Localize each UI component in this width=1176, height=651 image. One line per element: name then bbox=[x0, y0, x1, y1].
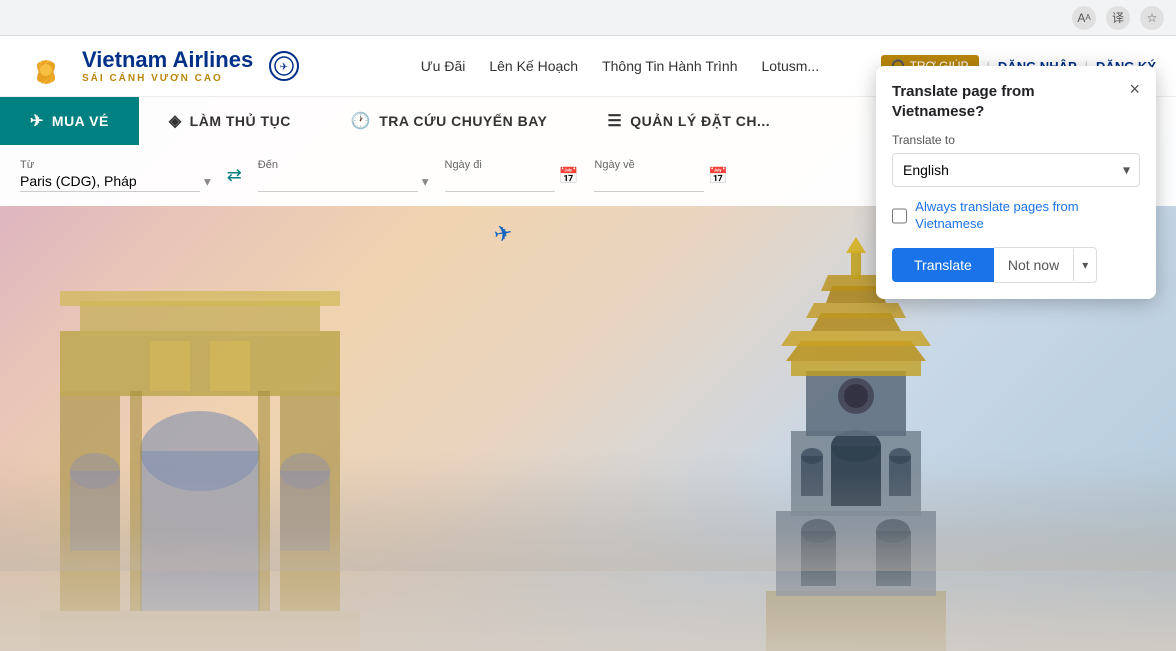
font-size-icon[interactable]: AA bbox=[1072, 6, 1096, 30]
lotus-logo bbox=[20, 44, 72, 88]
logo-emblem: ✈ bbox=[269, 51, 299, 81]
from-input[interactable] bbox=[20, 171, 200, 192]
airline-tagline: SÁI CÁNH VƯƠN CAO bbox=[82, 73, 253, 84]
to-input[interactable] bbox=[258, 171, 418, 192]
nav-uu-dai[interactable]: Ưu Đãi bbox=[421, 58, 466, 74]
from-label: Từ bbox=[20, 159, 211, 171]
translate-popup-close-button[interactable]: × bbox=[1129, 80, 1140, 98]
return-input[interactable] bbox=[594, 171, 704, 192]
translate-popup-header: Translate page from Vietnamese? × bbox=[892, 82, 1140, 121]
tab-quan-ly[interactable]: ☰ QUẢN LÝ ĐẶT CH... bbox=[577, 97, 800, 145]
not-now-group: Not now ▾ bbox=[994, 247, 1097, 283]
translate-popup: Translate page from Vietnamese? × Transl… bbox=[876, 66, 1156, 299]
translate-actions: Translate Not now ▾ bbox=[892, 247, 1140, 283]
always-translate-label[interactable]: Always translate pages from Vietnamese bbox=[915, 199, 1140, 233]
browser-toolbar: AA 译 ☆ bbox=[0, 0, 1176, 36]
return-field: Ngày về 📅 bbox=[594, 159, 728, 192]
website-content: ✈ Vietnam Airlines SÁI CÁNH VƯƠN CAO bbox=[0, 36, 1176, 651]
not-now-dropdown-button[interactable]: ▾ bbox=[1073, 249, 1096, 281]
checkin-icon: ◈ bbox=[169, 111, 182, 131]
depart-input[interactable] bbox=[445, 171, 555, 192]
nav-thong-tin[interactable]: Thông Tin Hành Trình bbox=[602, 58, 737, 74]
logo-text: Vietnam Airlines SÁI CÁNH VƯƠN CAO bbox=[82, 48, 253, 83]
to-field: Đến ▾ bbox=[258, 159, 429, 192]
always-translate-checkbox[interactable] bbox=[892, 208, 907, 224]
translate-to-label: Translate to bbox=[892, 133, 1140, 147]
language-select-wrapper: English ▾ bbox=[892, 153, 1140, 187]
nav-len-ke-hoach[interactable]: Lên Kế Hoạch bbox=[489, 58, 578, 74]
depart-label: Ngày đi bbox=[445, 159, 555, 171]
language-select[interactable]: English bbox=[892, 153, 1140, 187]
svg-text:✈: ✈ bbox=[280, 62, 288, 73]
swap-airports-button[interactable]: ⇄ bbox=[227, 165, 242, 186]
tab-mua-ve[interactable]: ✈ MUA VÉ bbox=[0, 97, 139, 145]
not-now-button[interactable]: Not now bbox=[994, 248, 1073, 282]
translate-button[interactable]: Translate bbox=[892, 248, 994, 282]
return-calendar-icon[interactable]: 📅 bbox=[708, 166, 728, 186]
return-label: Ngày về bbox=[594, 159, 704, 171]
translate-popup-title: Translate page from Vietnamese? bbox=[892, 82, 1129, 121]
translate-browser-icon[interactable]: 译 bbox=[1106, 6, 1130, 30]
logo-area: Vietnam Airlines SÁI CÁNH VƯƠN CAO ✈ bbox=[20, 44, 299, 88]
list-icon: ☰ bbox=[607, 111, 622, 131]
from-field: Từ ▾ bbox=[20, 159, 211, 192]
clock-icon: 🕐 bbox=[351, 111, 371, 131]
to-label: Đến bbox=[258, 159, 429, 171]
tab-tra-cuu[interactable]: 🕐 TRA CỨU CHUYẾN BAY bbox=[321, 97, 578, 145]
main-navigation: Ưu Đãi Lên Kế Hoạch Thông Tin Hành Trình… bbox=[299, 58, 880, 74]
from-dropdown-btn[interactable]: ▾ bbox=[204, 174, 211, 190]
tab-lam-thu-tuc[interactable]: ◈ LÀM THỦ TỤC bbox=[139, 97, 321, 145]
always-translate-row: Always translate pages from Vietnamese bbox=[892, 199, 1140, 233]
plane-icon: ✈ bbox=[30, 111, 44, 131]
nav-lotus[interactable]: Lotusm... bbox=[762, 58, 820, 74]
airline-name: Vietnam Airlines bbox=[82, 48, 253, 72]
to-dropdown-btn[interactable]: ▾ bbox=[422, 174, 429, 190]
depart-field: Ngày đi 📅 bbox=[445, 159, 579, 192]
bookmark-icon[interactable]: ☆ bbox=[1140, 6, 1164, 30]
calendar-icon[interactable]: 📅 bbox=[559, 166, 579, 186]
